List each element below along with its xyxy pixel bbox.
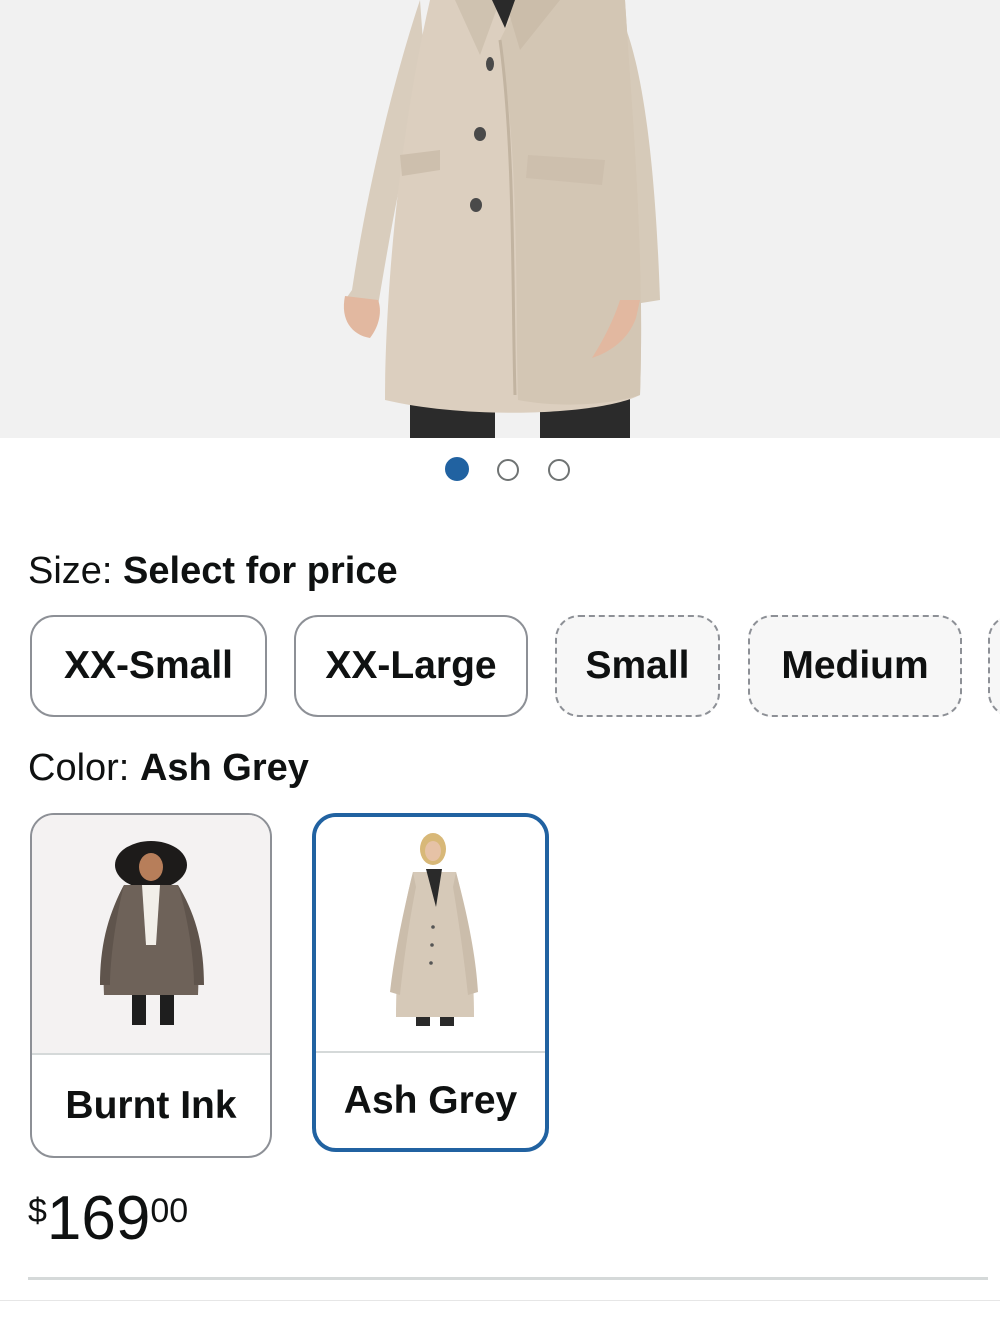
size-option-label: Small [585,644,690,687]
product-main-image[interactable] [0,0,1000,438]
size-option-medium[interactable]: Medium [748,615,962,717]
size-option-label: XX-Small [63,644,234,687]
carousel-dot-2[interactable] [497,459,519,481]
price-whole: 169 [46,1184,151,1253]
ash-grey-coat-image [390,833,478,1026]
size-option-label: Medium [781,644,929,687]
size-value: Select for price [123,550,398,592]
color-option-ash-grey[interactable]: Ash Grey [312,813,549,1152]
carousel-dot-3[interactable] [548,459,570,481]
size-option-overflow[interactable] [988,615,1000,717]
color-thumbnail [32,815,270,1053]
price-currency-symbol: $ [28,1192,47,1230]
size-option-label: XX-Large [325,644,497,687]
size-option-small[interactable]: Small [555,615,720,717]
carousel-dot-1[interactable] [445,457,469,481]
swatch-label: Burnt Ink [65,1083,237,1127]
size-options: XX-Small XX-Large Small Medium [30,615,1000,721]
coat-illustration [343,0,660,438]
burnt-ink-coat-image [100,841,204,1025]
price-fraction: 00 [150,1192,189,1230]
product-price: $16900 [28,1188,188,1250]
section-divider [28,1277,988,1280]
color-value: Ash Grey [139,747,309,789]
color-option-burnt-ink[interactable]: Burnt Ink [30,813,272,1158]
size-option-xx-large[interactable]: XX-Large [294,615,528,717]
swatch-label: Ash Grey [343,1078,518,1122]
color-thumbnail [316,817,545,1055]
size-option-xx-small[interactable]: XX-Small [30,615,267,717]
size-label: Size: [28,550,113,592]
color-heading: Color: Ash Grey [28,747,309,790]
size-heading: Size: Select for price [28,550,398,593]
color-label: Color: [28,747,130,789]
image-carousel-dots [0,457,1000,485]
bottom-edge [0,1300,1000,1334]
